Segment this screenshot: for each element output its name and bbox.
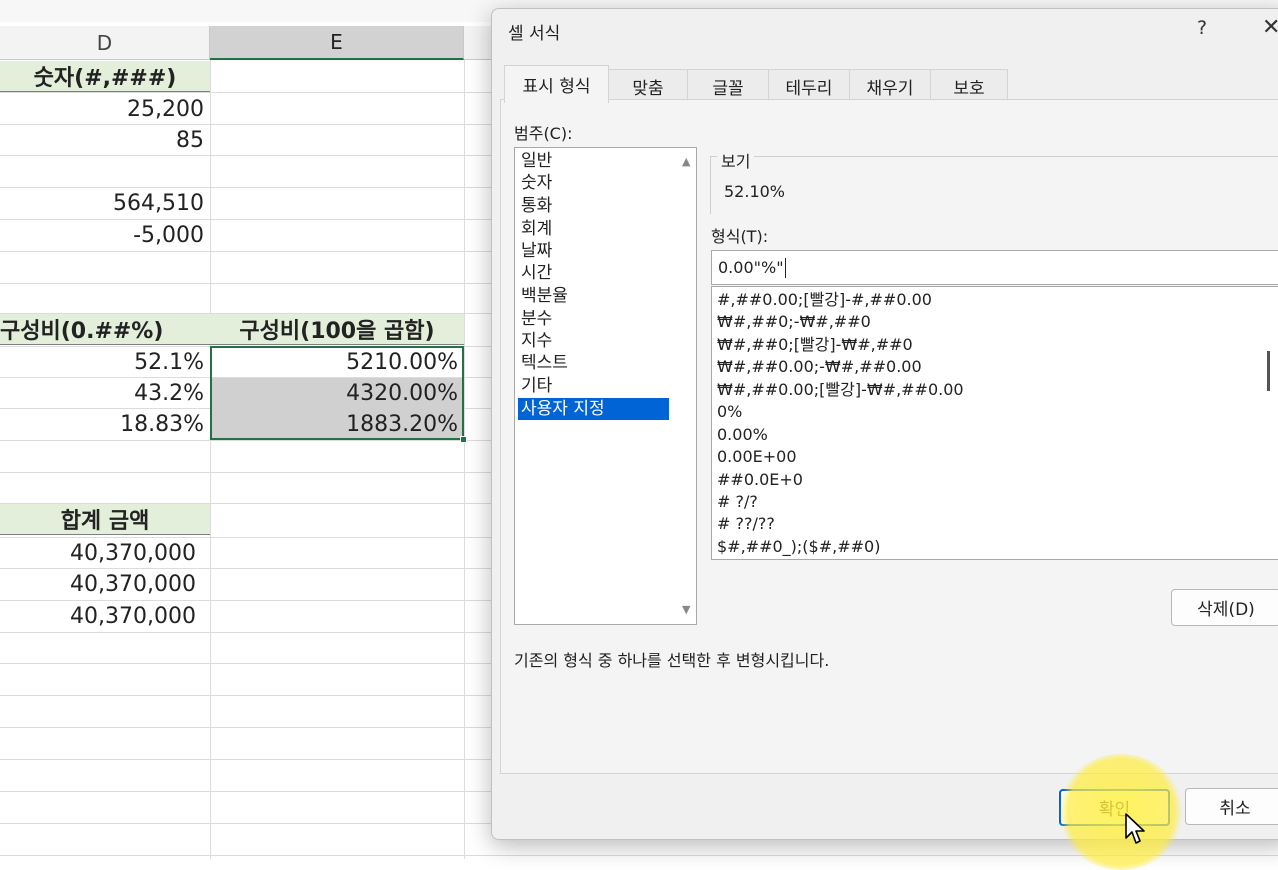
grid-column-line [464,60,465,859]
format-list[interactable]: #,##0.00;[빨강]-#,##0.00 ₩#,##0;-₩#,##0 ₩#… [711,286,1278,560]
format-item[interactable]: ##0.0E+0 [717,469,803,491]
delete-button[interactable]: 삭제(D) [1171,589,1278,626]
format-item[interactable]: ₩#,##0.00;-₩#,##0.00 [717,356,922,378]
cell-d-value-3[interactable] [0,156,210,187]
category-item[interactable]: 날짜 [518,240,669,262]
cell-d-value-1[interactable]: 25,200 [0,94,210,125]
category-item[interactable]: 백분율 [518,285,669,307]
format-item[interactable]: $#,##0_);($#,##0) [717,536,880,558]
scroll-down-icon[interactable]: ▼ [682,603,690,616]
format-description: 기존의 형식 중 하나를 선택한 후 변형시킵니다. [514,651,830,670]
cell-d-value-5[interactable]: -5,000 [0,220,210,251]
tab-number[interactable]: 표시 형식 [504,65,609,103]
category-item[interactable]: 지수 [518,330,669,352]
selection-border [210,346,464,440]
cell-d-value-4[interactable]: 564,510 [0,188,210,219]
mouse-pointer-icon [1125,813,1145,844]
tab-fill[interactable]: 채우기 [849,69,931,103]
format-item[interactable]: 0.00E+00 [717,446,797,468]
category-item[interactable]: 시간 [518,262,669,284]
category-item-selected[interactable]: 사용자 지정 [518,398,669,420]
tab-border[interactable]: 테두리 [768,69,850,103]
tab-protection[interactable]: 보호 [930,69,1008,103]
dialog-title: 셀 서식 [508,24,561,44]
category-item[interactable]: 숫자 [518,172,669,194]
format-item[interactable]: ₩#,##0.00;[빨강]-₩#,##0.00 [717,379,964,401]
category-list[interactable]: 일반 숫자 통화 회계 날짜 시간 백분율 분수 지수 텍스트 기타 사용자 지… [514,147,697,625]
format-cells-dialog: 셀 서식 ? ✕ 표시 형식 맞춤 글꼴 테두리 채우기 보호 범주(C): 일… [491,8,1278,840]
cell-d-header[interactable]: 숫자(#,###) [0,61,210,92]
grid-row-line [0,855,1278,856]
tab-font[interactable]: 글꼴 [687,69,769,103]
help-button[interactable]: ? [1197,17,1207,39]
format-scrollbar-thumb[interactable] [1267,351,1270,391]
category-item[interactable]: 회계 [518,218,669,240]
text-caret [784,257,786,278]
preview-label: 보기 [717,148,755,172]
cell-sum-2[interactable]: 40,370,000 [0,569,210,600]
column-header-d[interactable]: D [0,26,210,60]
format-item[interactable]: #,##0.00;[빨강]-#,##0.00 [717,289,932,311]
column-header-e[interactable]: E [210,26,464,60]
format-item[interactable]: # ?/? [717,491,758,513]
format-input-text: 0.00"%" [718,258,784,277]
scroll-up-icon[interactable]: ▲ [682,155,690,168]
cell-e-empty[interactable] [210,61,464,92]
cell-sum-3[interactable]: 40,370,000 [0,601,210,632]
ok-button[interactable]: 확인 [1059,789,1170,826]
preview-value: 52.10% [724,182,786,201]
cell-sum-header[interactable]: 합계 금액 [0,504,210,535]
cell-d-pct-1[interactable]: 52.1% [0,347,210,378]
format-item[interactable]: ₩#,##0;-₩#,##0 [717,311,871,333]
cell-d-pct-3[interactable]: 18.83% [0,409,210,440]
category-label: 범주(C): [514,124,573,143]
fill-handle[interactable] [460,436,467,443]
category-item[interactable]: 기타 [518,375,669,397]
close-icon[interactable]: ✕ [1262,15,1278,40]
format-item[interactable]: 0.00% [717,424,768,446]
category-item[interactable]: 통화 [518,195,669,217]
grid-column-line [210,60,211,859]
format-item[interactable]: 0% [717,401,742,423]
cell-d-pct-header[interactable]: 구성비(0.##%) [0,314,210,345]
category-item[interactable]: 일반 [518,150,669,172]
cell-e-pct-header[interactable]: 구성비(100을 곱함) [210,314,464,345]
format-item[interactable]: # ??/?? [717,513,775,535]
category-item[interactable]: 텍스트 [518,352,669,374]
category-scrollbar[interactable]: ▲ ▼ [678,148,696,624]
format-input[interactable]: 0.00"%" [711,250,1278,285]
cell-d-pct-2[interactable]: 43.2% [0,378,210,409]
preview-group [710,156,1278,214]
tab-alignment[interactable]: 맞춤 [608,69,688,103]
cell-sum-1[interactable]: 40,370,000 [0,538,210,569]
category-item[interactable]: 분수 [518,308,669,330]
cancel-button[interactable]: 취소 [1185,788,1278,825]
format-label: 형식(T): [711,227,769,246]
cell-d-value-2[interactable]: 85 [0,125,210,156]
format-item[interactable]: ₩#,##0;[빨강]-₩#,##0 [717,334,913,356]
